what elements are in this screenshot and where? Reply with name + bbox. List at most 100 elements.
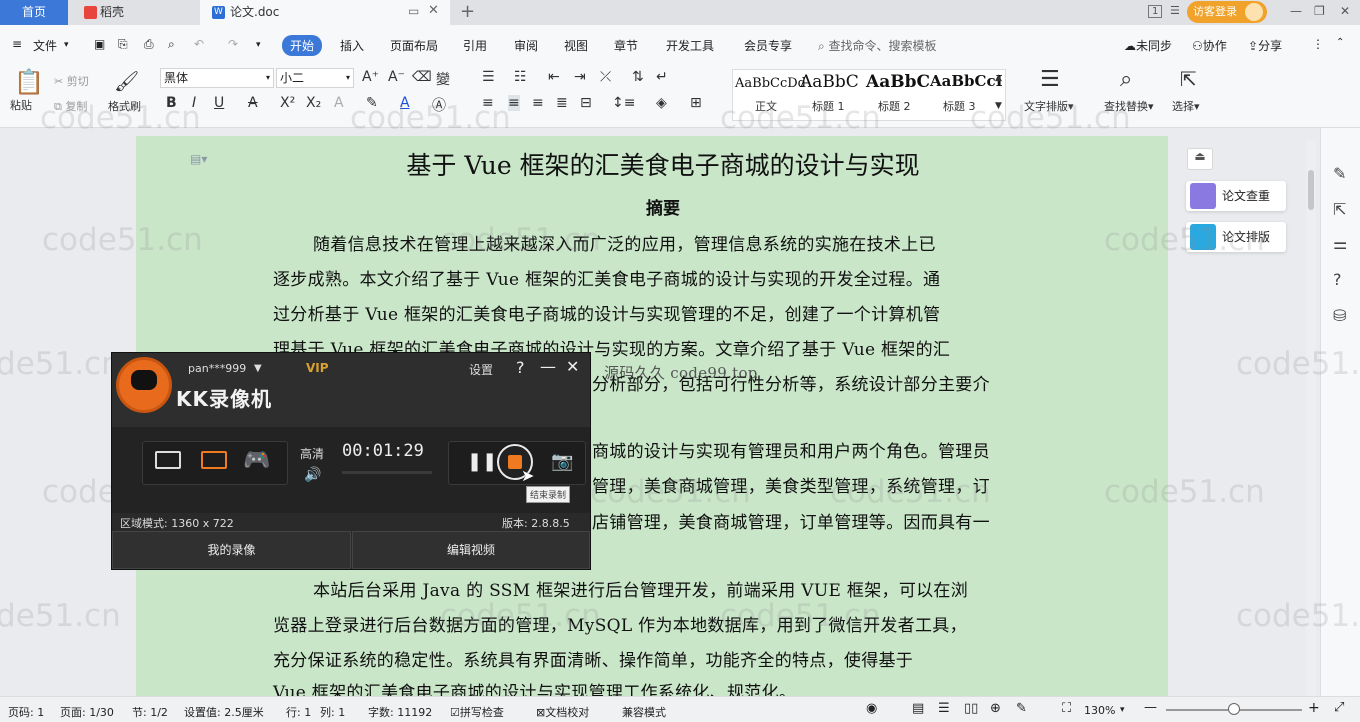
collapse-panel-icon[interactable]: ⏏	[1187, 148, 1213, 170]
menu-tab-developer[interactable]: 开发工具	[666, 37, 714, 54]
style-heading3-label[interactable]: 标题 3	[943, 98, 976, 114]
outline-view-icon[interactable]: ☰	[938, 701, 950, 716]
window-box-icon[interactable]: 1	[1148, 5, 1163, 18]
menu-lines-icon[interactable]: ☰	[1170, 4, 1180, 17]
subscript-icon[interactable]: X₂	[306, 95, 321, 111]
file-dropdown-icon[interactable]: ▾	[64, 40, 69, 50]
help-icon[interactable]: ?	[1333, 270, 1342, 289]
collaborate-button[interactable]: ⚇协作	[1192, 37, 1227, 54]
tab-close-icon[interactable]: ✕	[428, 3, 439, 18]
status-row[interactable]: 行: 1	[286, 704, 311, 720]
shading-icon[interactable]: ◈	[656, 95, 667, 111]
sync-status[interactable]: ☁未同步	[1124, 37, 1172, 54]
export-pdf-icon[interactable]: ⎘	[118, 37, 128, 52]
reading-view-icon[interactable]: ▯▯	[964, 701, 978, 716]
menu-tab-start[interactable]: 开始	[282, 35, 323, 56]
numbered-list-icon[interactable]: ☷	[514, 69, 527, 85]
fit-page-icon[interactable]: ⛶	[1062, 701, 1071, 716]
page-view-icon[interactable]: ▤	[912, 701, 924, 716]
decrease-indent-icon[interactable]: ⇤	[548, 69, 560, 85]
menu-tab-member[interactable]: 会员专享	[744, 37, 792, 54]
copy-button[interactable]: ⧉ 复制	[54, 98, 87, 114]
bold-icon[interactable]: B	[166, 95, 177, 111]
more-icon[interactable]: ⋮	[1312, 37, 1324, 51]
undo-icon[interactable]: ↶	[194, 37, 204, 51]
align-right-icon[interactable]: ≡	[532, 95, 544, 111]
cursor-icon[interactable]: ⇱	[1333, 200, 1346, 219]
doc-proof-button[interactable]: ⊠文档校对	[536, 704, 589, 720]
text-effect-icon[interactable]: A	[334, 95, 344, 111]
tab-home[interactable]: 首页	[0, 0, 68, 25]
style-heading1-preview[interactable]: AaBbC	[800, 72, 859, 92]
kk-screenshot-icon[interactable]: 📷	[551, 451, 573, 472]
style-scroll-down-icon[interactable]: ▼	[995, 101, 1002, 111]
kk-volume-icon[interactable]: 🔊	[304, 467, 321, 483]
italic-icon[interactable]: I	[192, 95, 196, 111]
justify-icon[interactable]: ≣	[556, 95, 568, 111]
pen-icon[interactable]: ✎	[1333, 164, 1346, 183]
fullscreen-mode-icon[interactable]	[155, 451, 181, 469]
kk-volume-bar[interactable]	[342, 471, 432, 474]
style-heading2-label[interactable]: 标题 2	[878, 98, 911, 114]
kk-edit-video-button[interactable]: 编辑视频	[352, 531, 590, 569]
clear-format-icon[interactable]: ⌫	[412, 69, 432, 85]
status-column[interactable]: 列: 1	[320, 704, 345, 720]
redo-icon[interactable]: ↷	[228, 37, 238, 51]
phonetic-icon[interactable]: 變	[436, 69, 450, 89]
style-scroll-up-icon[interactable]: ▲	[995, 73, 1002, 83]
menu-tab-chapter[interactable]: 章节	[614, 37, 638, 54]
zoom-in-icon[interactable]: +	[1308, 700, 1320, 716]
superscript-icon[interactable]: X²	[280, 95, 295, 111]
borders-icon[interactable]: ⊞	[690, 95, 702, 111]
font-color-icon[interactable]: A	[400, 95, 410, 111]
scrollbar-thumb[interactable]	[1308, 170, 1314, 210]
format-painter-icon[interactable]: 🖌	[114, 69, 139, 93]
window-close-icon[interactable]: ✕	[1340, 4, 1350, 18]
cut-button[interactable]: ✂ 剪切	[54, 73, 89, 89]
backup-icon[interactable]: ⛁	[1333, 306, 1346, 325]
minimize-icon[interactable]: —	[1290, 4, 1302, 18]
kk-minimize-icon[interactable]: —	[540, 357, 556, 376]
menu-tab-page-layout[interactable]: 页面布局	[390, 37, 438, 54]
status-word-count[interactable]: 字数: 11192	[368, 704, 432, 720]
sliders-icon[interactable]: ⚌	[1333, 234, 1347, 253]
kk-username[interactable]: pan***999	[188, 362, 246, 375]
kk-help-icon[interactable]: ?	[516, 358, 525, 377]
paste-icon[interactable]: 📋	[14, 68, 44, 96]
tab-float-icon[interactable]: ▭	[408, 4, 419, 18]
style-normal-preview[interactable]: AaBbCcDd	[735, 76, 806, 91]
kk-my-videos-button[interactable]: 我的录像	[112, 531, 351, 569]
find-replace-button[interactable]: 查找替换▾	[1104, 98, 1154, 114]
chinese-layout-icon[interactable]: ⤫	[600, 69, 611, 85]
thesis-check-button[interactable]: 论文查重	[1186, 181, 1286, 211]
font-name-select[interactable]: 黑体 ▾	[160, 68, 274, 88]
align-left-icon[interactable]: ≡	[482, 95, 494, 111]
zoom-out-icon[interactable]: —	[1144, 700, 1157, 715]
quick-access-dropdown-icon[interactable]: ▾	[256, 40, 261, 50]
zoom-slider-handle[interactable]	[1228, 703, 1240, 715]
style-normal-label[interactable]: 正文	[755, 98, 777, 114]
align-center-icon[interactable]: ≡	[508, 95, 520, 111]
print-preview-icon[interactable]: ⌕	[168, 37, 175, 52]
kk-quality[interactable]: 高清	[300, 445, 324, 462]
restore-icon[interactable]: ❐	[1314, 4, 1325, 18]
style-heading2-preview[interactable]: AaBbC	[866, 72, 930, 92]
hamburger-icon[interactable]: ≡	[12, 37, 22, 51]
menu-tab-review[interactable]: 审阅	[514, 37, 538, 54]
underline-icon[interactable]: U	[214, 95, 224, 111]
visitor-login-button[interactable]: 访客登录	[1187, 1, 1267, 23]
save-icon[interactable]: ▣	[94, 37, 105, 51]
zoom-level[interactable]: 130%	[1084, 704, 1115, 717]
char-border-icon[interactable]: Ⓐ	[432, 95, 446, 115]
paste-button[interactable]: 粘贴	[10, 97, 32, 113]
line-spacing-icon[interactable]: ↕≡	[612, 95, 635, 111]
show-marks-icon[interactable]: ↵	[656, 69, 668, 85]
kk-user-dropdown-icon[interactable]: ▼	[254, 363, 262, 374]
strikethrough-icon[interactable]: A	[248, 95, 258, 111]
share-button[interactable]: ⇪分享	[1248, 37, 1282, 54]
highlight-icon[interactable]: ✎	[366, 95, 378, 111]
kk-settings-button[interactable]: 设置	[469, 361, 493, 378]
select-cursor-icon[interactable]: ⇱	[1180, 67, 1197, 91]
new-tab-button[interactable]: +	[460, 1, 475, 22]
sort-icon[interactable]: ⇅	[632, 69, 644, 85]
